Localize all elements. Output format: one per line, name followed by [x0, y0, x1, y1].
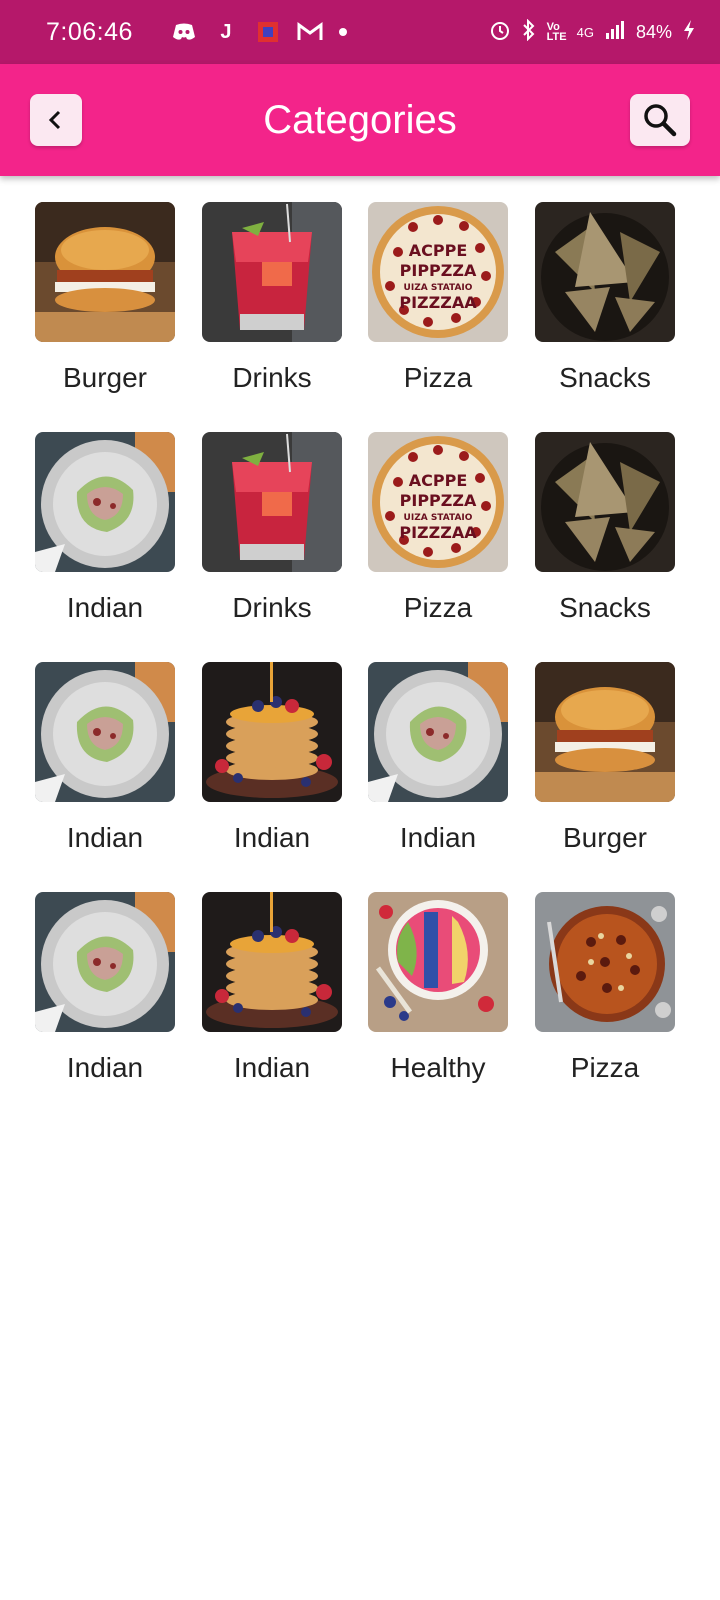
category-label: Pizza	[403, 592, 473, 623]
category-image	[535, 202, 675, 342]
category-label: Indian	[66, 1052, 144, 1083]
category-image	[535, 662, 675, 802]
category-label: Snacks	[559, 362, 651, 393]
category-tile-indian[interactable]: Indian	[197, 892, 347, 1084]
svg-text:PIPPZZA: PIPPZZA	[400, 261, 477, 280]
signal-icon	[604, 19, 626, 46]
category-image	[368, 892, 508, 1032]
category-image: ACPPE PIPPZZA UIZA STATAIO PIZZZAA	[368, 202, 508, 342]
notification-dot-icon	[338, 28, 347, 36]
category-label: Drinks	[232, 362, 312, 393]
search-button[interactable]	[630, 94, 690, 146]
battery-level: 84%	[635, 21, 672, 42]
discord-icon	[171, 19, 197, 45]
category-image	[202, 202, 342, 342]
network-type: 4G	[576, 24, 594, 40]
svg-text:UIZA STATAIO: UIZA STATAIO	[404, 513, 473, 523]
category-tile-drinks[interactable]: Drinks	[197, 202, 347, 394]
category-tile-healthy[interactable]: Healthy	[363, 892, 513, 1084]
svg-text:ACPPE: ACPPE	[409, 241, 468, 260]
category-label: Indian	[66, 592, 144, 623]
category-image	[35, 892, 175, 1032]
category-tile-drinks[interactable]: Drinks	[197, 432, 347, 624]
category-label: Indian	[233, 822, 311, 853]
svg-text:PIZZZAA: PIZZZAA	[399, 293, 477, 312]
status-time: 7:06:46	[46, 17, 133, 46]
category-label: Burger	[562, 822, 648, 853]
category-image	[35, 662, 175, 802]
category-label: Snacks	[559, 592, 651, 623]
svg-text:ACPPE: ACPPE	[409, 471, 468, 490]
category-label: Pizza	[403, 362, 473, 393]
category-label: Pizza	[570, 1052, 640, 1083]
category-label: Indian	[66, 822, 144, 853]
back-button[interactable]	[30, 94, 82, 146]
page-title: Categories	[263, 98, 457, 142]
chevron-left-icon	[48, 110, 61, 130]
category-image	[202, 432, 342, 572]
record-icon	[255, 19, 281, 45]
svg-text:PIZZZAA: PIZZZAA	[399, 523, 477, 542]
category-image	[535, 432, 675, 572]
category-tile-snacks[interactable]: Snacks	[530, 432, 680, 624]
search-icon	[644, 104, 677, 137]
category-tile-pizza[interactable]: ACPPE PIPPZZA UIZA STATAIO PIZZZAA Pizza	[363, 432, 513, 624]
status-bar: 7:06:46 J Vo LTE 4G 84%	[0, 0, 720, 64]
category-tile-burger[interactable]: Burger	[30, 202, 180, 394]
svg-text:PIPPZZA: PIPPZZA	[400, 491, 477, 510]
category-image	[202, 662, 342, 802]
category-tile-indian[interactable]: Indian	[30, 662, 180, 854]
category-image: ACPPE PIPPZZA UIZA STATAIO PIZZZAA	[368, 432, 508, 572]
gmail-icon	[297, 19, 323, 45]
category-tile-indian[interactable]: Indian	[30, 432, 180, 624]
category-tile-indian[interactable]: Indian	[197, 662, 347, 854]
category-image	[35, 202, 175, 342]
category-tile-pizza[interactable]: ACPPE PIPPZZA UIZA STATAIO PIZZZAA Pizza	[363, 202, 513, 394]
bluetooth-icon	[521, 18, 537, 46]
category-image	[35, 432, 175, 572]
category-label: Burger	[62, 362, 148, 393]
category-label: Indian	[399, 822, 477, 853]
app-bar: Categories	[0, 64, 720, 176]
battery-charging-icon	[682, 19, 696, 46]
category-image	[202, 892, 342, 1032]
svg-text:UIZA STATAIO: UIZA STATAIO	[404, 283, 473, 293]
category-label: Drinks	[232, 592, 312, 623]
category-tile-burger[interactable]: Burger	[530, 662, 680, 854]
category-image	[535, 892, 675, 1032]
category-image	[368, 662, 508, 802]
category-tile-indian[interactable]: Indian	[30, 892, 180, 1084]
j-app-icon: J	[220, 20, 232, 43]
category-label: Indian	[233, 1052, 311, 1083]
category-tile-pizza[interactable]: Pizza	[530, 892, 680, 1084]
category-tile-indian[interactable]: Indian	[363, 662, 513, 854]
category-tile-snacks[interactable]: Snacks	[530, 202, 680, 394]
alarm-icon	[489, 19, 511, 46]
category-label: Healthy	[390, 1052, 486, 1083]
volte-icon: Vo LTE	[546, 21, 567, 43]
